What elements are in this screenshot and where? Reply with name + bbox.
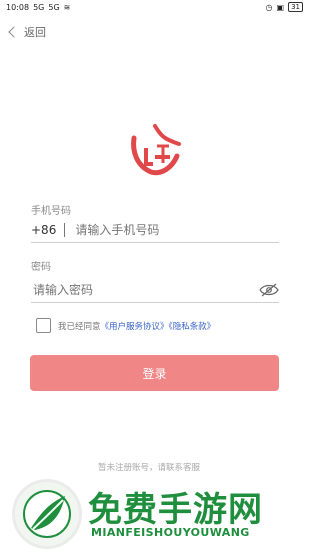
status-right: ◷ ▣ 31	[266, 2, 303, 12]
country-code[interactable]: +86	[31, 223, 56, 237]
leaf-icon	[23, 490, 71, 538]
phone-label: 手机号码	[31, 206, 71, 217]
top-bar: 返回	[0, 20, 309, 44]
phone-input[interactable]	[73, 222, 279, 238]
back-label: 返回	[24, 26, 46, 39]
status-bar: 10:08 5G 5G ≋ ◷ ▣ 31	[0, 0, 309, 14]
back-button[interactable]: 返回	[8, 24, 46, 40]
password-row	[31, 278, 279, 303]
wifi-icon: ≋	[63, 2, 71, 12]
watermark-subtitle: MIANFEISHOUYOUWANG	[91, 526, 250, 539]
chevron-left-icon	[8, 26, 20, 38]
watermark: 免费手游网 MIANFEISHOUYOUWANG	[0, 482, 309, 550]
app-logo-icon	[131, 124, 181, 176]
clock: 10:08	[6, 2, 30, 12]
signal-icon-2: 5G	[48, 2, 60, 12]
service-agreement-link[interactable]: 《用户服务协议》	[101, 322, 169, 332]
login-button[interactable]: 登录	[30, 355, 279, 391]
register-tip: 暂未注册账号，请联系客服	[98, 463, 201, 473]
phone-divider	[64, 223, 66, 237]
phone-row: +86	[31, 218, 279, 243]
password-label: 密码	[31, 262, 51, 273]
privacy-policy-link[interactable]: 《隐私条款》	[169, 322, 216, 332]
agreement-prefix: 我已经同意	[58, 321, 101, 332]
eye-slash-icon[interactable]	[259, 283, 279, 297]
alarm-icon: ◷	[265, 2, 273, 12]
agreement-row: 我已经同意《用户服务协议》《隐私条款》	[36, 318, 215, 333]
vibrate-icon: ▣	[276, 2, 285, 12]
agreement-text: 我已经同意《用户服务协议》《隐私条款》	[58, 320, 215, 332]
battery-icon: 31	[288, 2, 303, 12]
status-left: 10:08 5G 5G ≋	[6, 3, 70, 12]
watermark-title: 免费手游网	[88, 490, 263, 530]
agreement-checkbox[interactable]	[36, 318, 51, 333]
signal-icon: 5G	[33, 2, 45, 12]
watermark-logo-icon	[15, 482, 79, 546]
password-input[interactable]	[31, 282, 259, 298]
